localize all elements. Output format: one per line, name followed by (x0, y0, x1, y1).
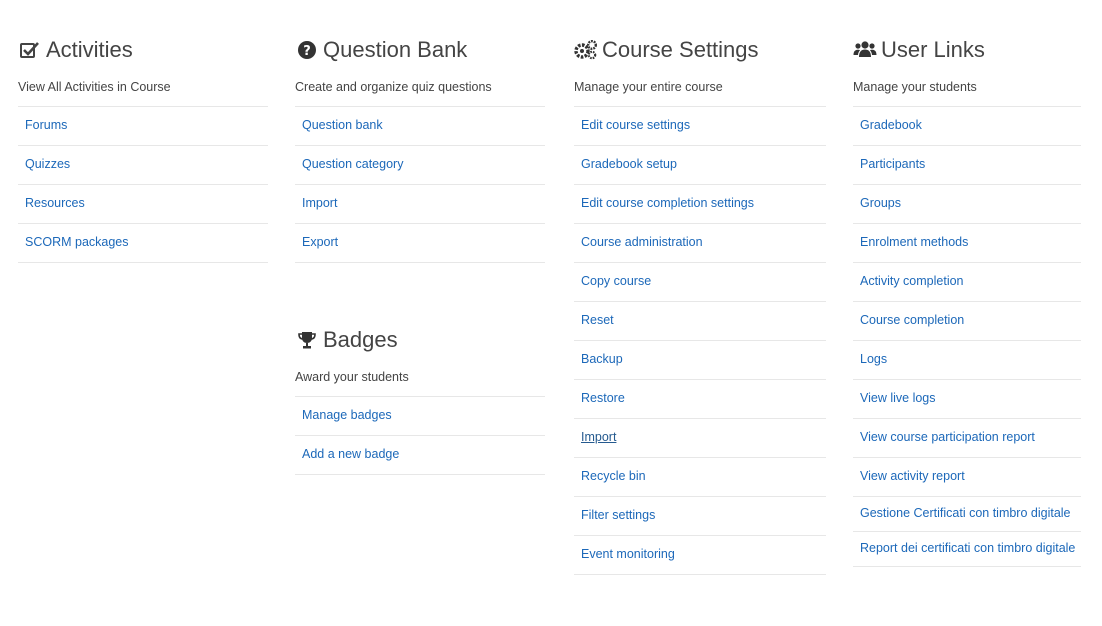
link-export-questions[interactable]: Export (295, 223, 545, 263)
activities-subtitle: View All Activities in Course (18, 80, 171, 94)
link-restore[interactable]: Restore (574, 379, 826, 418)
link-event-monitoring[interactable]: Event monitoring (574, 535, 826, 575)
link-manage-badges[interactable]: Manage badges (295, 396, 545, 435)
link-enrolment-methods[interactable]: Enrolment methods (853, 223, 1081, 262)
link-course-administration[interactable]: Course administration (574, 223, 826, 262)
link-scorm-packages[interactable]: SCORM packages (18, 223, 268, 263)
question-bank-column: ? Question Bank Create and organize quiz… (295, 30, 545, 475)
link-import-questions[interactable]: Import (295, 184, 545, 223)
course-settings-column: Course Settings Manage your entire cours… (574, 30, 826, 575)
course-settings-title: Course Settings (602, 37, 759, 62)
badges-list: Manage badges Add a new badge (295, 396, 545, 475)
link-report-certificati[interactable]: Report dei certificati con timbro digita… (853, 531, 1081, 567)
link-quizzes[interactable]: Quizzes (18, 145, 268, 184)
link-filter-settings[interactable]: Filter settings (574, 496, 826, 535)
user-links-heading: User Links (853, 30, 1081, 70)
link-gestione-certificati[interactable]: Gestione Certificati con timbro digitale (853, 496, 1081, 531)
link-gradebook-setup[interactable]: Gradebook setup (574, 145, 826, 184)
course-settings-subtitle: Manage your entire course (574, 80, 723, 94)
question-bank-list: Question bank Question category Import E… (295, 106, 545, 263)
link-resources[interactable]: Resources (18, 184, 268, 223)
link-view-course-participation-report[interactable]: View course participation report (853, 418, 1081, 457)
badges-subtitle: Award your students (295, 370, 409, 384)
badges-title: Badges (323, 327, 398, 352)
link-copy-course[interactable]: Copy course (574, 262, 826, 301)
link-question-bank[interactable]: Question bank (295, 106, 545, 145)
activities-heading: Activities (18, 30, 268, 70)
link-activity-completion[interactable]: Activity completion (853, 262, 1081, 301)
link-edit-course-completion-settings[interactable]: Edit course completion settings (574, 184, 826, 223)
link-participants[interactable]: Participants (853, 145, 1081, 184)
activities-title: Activities (46, 37, 133, 62)
cogs-icon (574, 39, 598, 61)
link-forums[interactable]: Forums (18, 106, 268, 145)
course-settings-list: Edit course settings Gradebook setup Edi… (574, 106, 826, 575)
user-links-column: User Links Manage your students Gradeboo… (853, 30, 1081, 567)
question-circle-icon: ? (295, 39, 319, 61)
link-groups[interactable]: Groups (853, 184, 1081, 223)
link-course-completion[interactable]: Course completion (853, 301, 1081, 340)
link-view-live-logs[interactable]: View live logs (853, 379, 1081, 418)
question-bank-title: Question Bank (323, 37, 468, 62)
badges-block: Badges Award your students Manage badges… (295, 320, 545, 475)
link-reset[interactable]: Reset (574, 301, 826, 340)
user-links-list: Gradebook Participants Groups Enrolment … (853, 106, 1081, 567)
link-gradebook[interactable]: Gradebook (853, 106, 1081, 145)
link-edit-course-settings[interactable]: Edit course settings (574, 106, 826, 145)
course-settings-heading: Course Settings (574, 30, 826, 70)
trophy-icon (295, 329, 319, 351)
question-bank-subtitle: Create and organize quiz questions (295, 80, 492, 94)
link-question-category[interactable]: Question category (295, 145, 545, 184)
activities-column: Activities View All Activities in Course… (18, 30, 268, 263)
users-icon (853, 39, 877, 61)
checkbox-icon (18, 39, 42, 61)
user-links-title: User Links (881, 37, 985, 62)
svg-text:?: ? (303, 44, 311, 59)
badges-heading: Badges (295, 320, 545, 360)
link-logs[interactable]: Logs (853, 340, 1081, 379)
user-links-subtitle: Manage your students (853, 80, 977, 94)
link-import-course[interactable]: Import (574, 418, 826, 457)
link-backup[interactable]: Backup (574, 340, 826, 379)
link-recycle-bin[interactable]: Recycle bin (574, 457, 826, 496)
activities-list: Forums Quizzes Resources SCORM packages (18, 106, 268, 263)
link-view-activity-report[interactable]: View activity report (853, 457, 1081, 496)
question-bank-heading: ? Question Bank (295, 30, 545, 70)
link-add-new-badge[interactable]: Add a new badge (295, 435, 545, 475)
